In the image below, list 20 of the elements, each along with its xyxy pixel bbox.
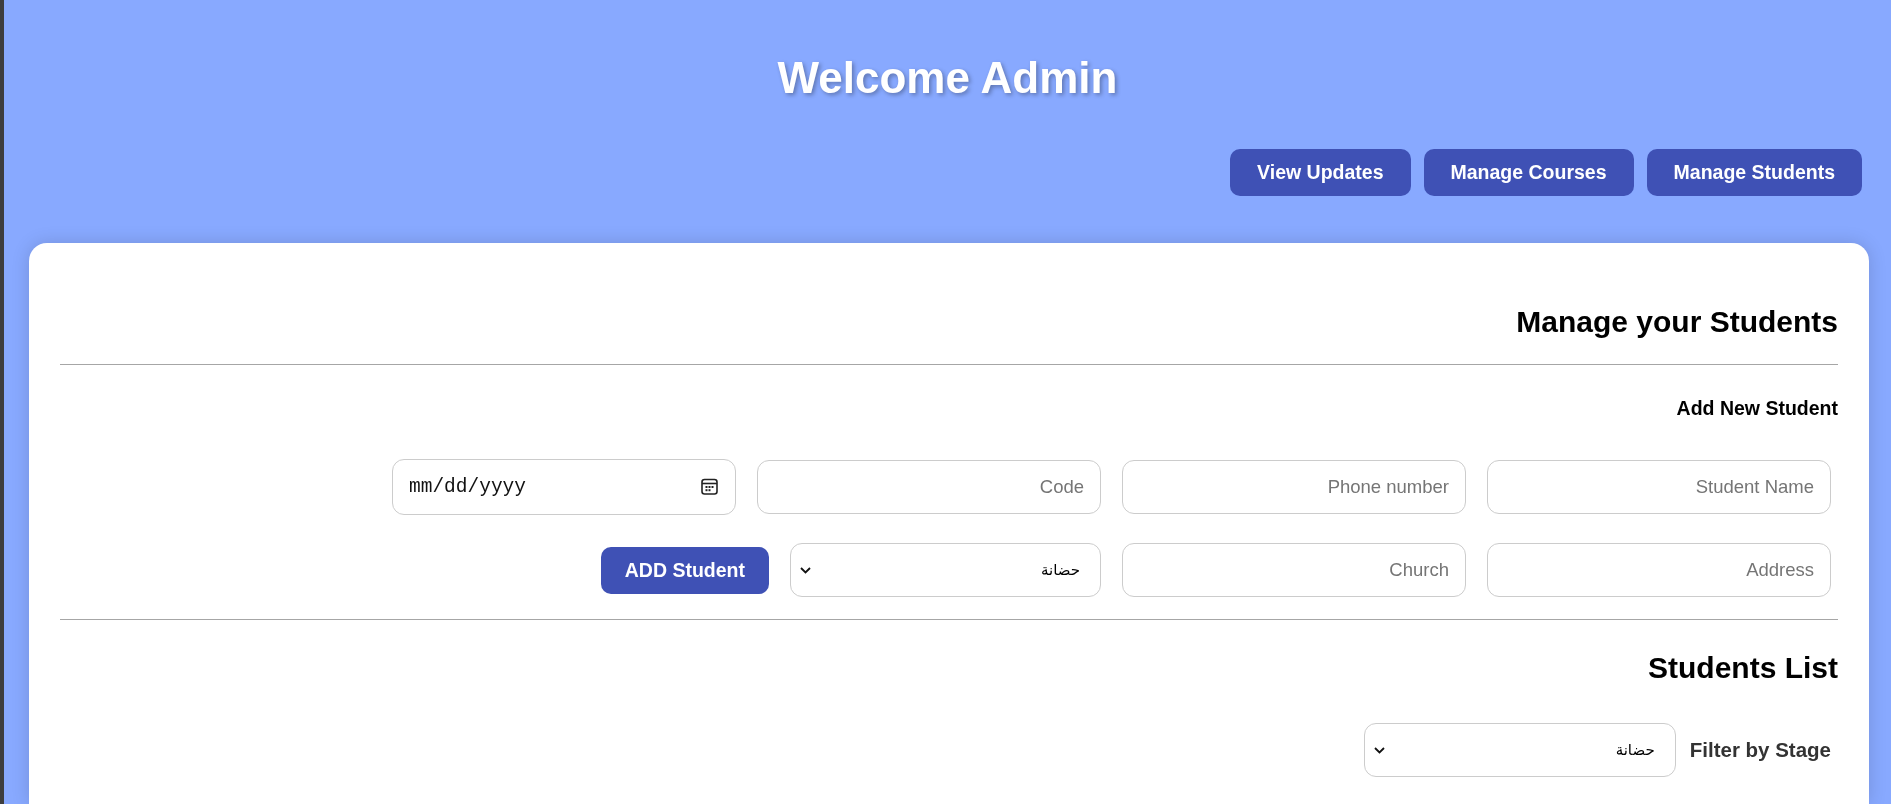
date-field[interactable]: mm/dd/yyyy [392, 459, 736, 515]
nav-button[interactable]: Manage Courses [1423, 149, 1634, 196]
stage-filter-select[interactable]: حضانة [1363, 723, 1676, 777]
section-heading: Manage your Students [1515, 305, 1838, 339]
input-field[interactable]: Student Name [1487, 460, 1831, 514]
nav-button[interactable]: View Updates [1230, 149, 1411, 196]
calendar-icon [701, 478, 718, 495]
add-student-button[interactable]: ADD Student [600, 546, 769, 594]
stage-select[interactable]: حضانة [790, 543, 1101, 597]
nav-button[interactable]: Manage Students [1646, 149, 1862, 196]
chevron-down-icon [1373, 746, 1385, 754]
page-title: Welcome Admin [776, 52, 1119, 104]
input-field[interactable]: Church [1122, 543, 1466, 597]
filter-label: Filter by Stage [1689, 738, 1831, 762]
form-heading: Add New Student [1675, 398, 1838, 419]
input-field[interactable]: Phone number [1122, 460, 1466, 514]
input-field[interactable]: Address [1487, 543, 1831, 597]
section-heading: Students List [1647, 651, 1838, 685]
input-field[interactable]: Code [757, 460, 1101, 514]
chevron-down-icon [800, 566, 811, 574]
